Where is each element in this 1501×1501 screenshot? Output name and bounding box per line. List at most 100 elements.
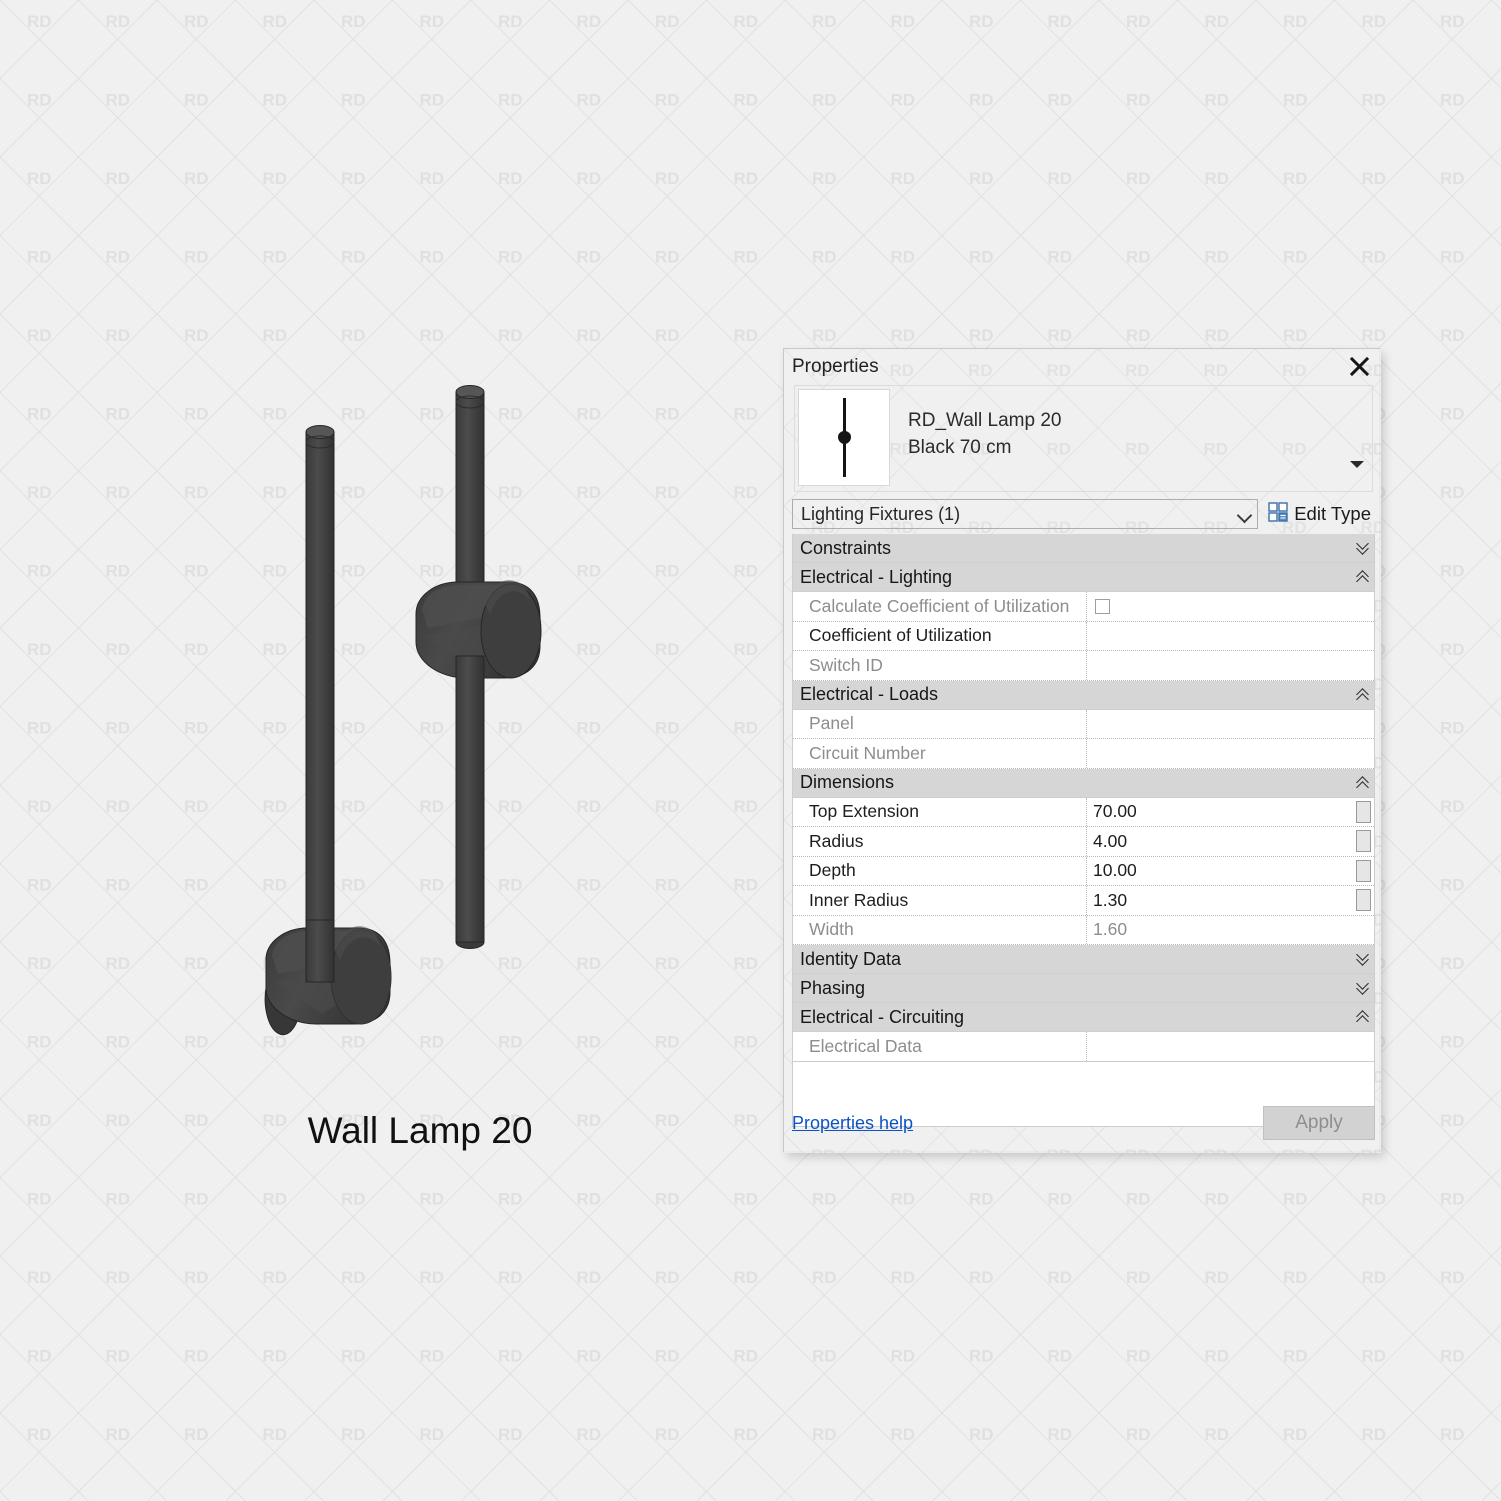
type-name-line2: Black 70 cm [908, 436, 1012, 458]
parameter-label: Inner Radius [793, 886, 1087, 915]
parameter-label: Coefficient of Utilization [793, 621, 1087, 650]
parameter-button-cell [1352, 916, 1374, 945]
parameter-value[interactable] [1087, 739, 1352, 768]
type-name: RD_Wall Lamp 20 Black 70 cm [890, 386, 1372, 461]
parameter-row[interactable]: Electrical Data [793, 1032, 1374, 1061]
parameter-row[interactable]: Width 1.60 [793, 915, 1374, 945]
chevron-double-up-icon[interactable] [1352, 775, 1374, 791]
parameter-button-cell [1352, 827, 1374, 856]
parameter-label: Calculate Coefficient of Utilization [793, 592, 1087, 621]
parameter-group-label: Constraints [800, 537, 892, 558]
parameter-group-header[interactable]: Electrical - Lighting [793, 563, 1374, 592]
parameter-button-cell [1352, 739, 1374, 768]
properties-palette[interactable]: Properties RD_Wall Lamp 20 Black 70 cm L… [783, 348, 1381, 1153]
parameter-associate-button[interactable] [1355, 830, 1371, 853]
parameter-group-header[interactable]: Electrical - Loads [793, 680, 1374, 710]
chevron-double-down-icon[interactable] [1352, 951, 1374, 967]
parameter-button-cell [1352, 857, 1374, 886]
category-row: Lighting Fixtures (1) Edit Type [792, 498, 1375, 530]
chevron-double-down-icon[interactable] [1352, 980, 1374, 996]
category-select[interactable]: Lighting Fixtures (1) [792, 499, 1259, 529]
parameter-associate-button[interactable] [1355, 800, 1371, 823]
parameter-button-cell [1352, 651, 1374, 680]
chevron-double-down-icon[interactable] [1352, 540, 1374, 556]
chevron-down-icon [1238, 510, 1251, 518]
chevron-double-up-icon[interactable] [1352, 569, 1374, 585]
parameter-row[interactable]: Panel [793, 709, 1374, 739]
parameter-group-label: Dimensions [800, 772, 895, 792]
panel-titlebar: Properties [784, 349, 1379, 383]
checkbox-unchecked-icon[interactable] [1095, 598, 1110, 614]
close-icon[interactable] [1345, 353, 1373, 379]
parameter-group-label: Identity Data [800, 948, 902, 969]
parameter-label: Depth [793, 856, 1087, 885]
parameter-group-header[interactable]: Dimensions [793, 768, 1374, 798]
parameter-group-label: Electrical - Loads [800, 684, 939, 704]
apply-button[interactable]: Apply [1263, 1106, 1375, 1140]
parameter-group-label: Phasing [800, 977, 866, 998]
parameter-button-cell [1352, 886, 1374, 915]
parameter-label: Circuit Number [793, 739, 1087, 768]
parameter-row[interactable]: Coefficient of Utilization [793, 621, 1374, 651]
parameter-group-header[interactable]: Electrical - Circuiting [793, 1003, 1374, 1032]
parameter-group-header[interactable]: Phasing [793, 974, 1374, 1003]
parameter-row[interactable]: Depth 10.00 [793, 856, 1374, 886]
parameter-value-text: 10.00 [1093, 860, 1137, 881]
panel-footer: Properties help Apply [792, 1101, 1375, 1145]
type-name-line1: RD_Wall Lamp 20 [908, 410, 1062, 431]
parameter-associate-button[interactable] [1355, 889, 1371, 912]
parameter-button-cell [1352, 622, 1374, 651]
type-header: RD_Wall Lamp 20 Black 70 cm [794, 385, 1373, 492]
wall-lamp-preview-icon [798, 389, 890, 486]
parameter-value-text: 4.00 [1093, 830, 1128, 851]
parameter-label: Radius [793, 827, 1087, 856]
parameter-value[interactable] [1087, 622, 1352, 651]
wall-lamp-illustration [264, 385, 542, 1036]
parameter-group-label: Electrical - Lighting [800, 566, 953, 587]
parameter-row[interactable]: Switch ID [793, 651, 1374, 681]
chevron-double-up-icon[interactable] [1352, 687, 1374, 703]
parameter-button-cell [1352, 1032, 1374, 1061]
preview-knob [837, 431, 851, 444]
parameter-group-header[interactable]: Constraints [793, 534, 1374, 563]
parameter-value[interactable]: 70.00 [1087, 798, 1352, 827]
parameter-value[interactable] [1087, 1032, 1352, 1061]
parameter-group-label: Electrical - Circuiting [800, 1006, 965, 1027]
parameter-label: Top Extension [793, 797, 1087, 826]
parameter-row[interactable]: Top Extension 70.00 [793, 797, 1374, 827]
edit-type-button[interactable]: Edit Type [1258, 501, 1375, 527]
parameter-label: Electrical Data [793, 1032, 1087, 1061]
parameter-label: Switch ID [793, 651, 1087, 680]
parameter-button-cell [1352, 592, 1374, 621]
edit-type-label: Edit Type [1294, 503, 1371, 524]
parameter-value[interactable]: 10.00 [1087, 857, 1352, 886]
parameter-row[interactable]: Radius 4.00 [793, 827, 1374, 857]
illustration-caption: Wall Lamp 20 [307, 1110, 533, 1151]
edit-type-grid-icon [1268, 501, 1288, 527]
parameter-value-text: 1.30 [1093, 889, 1128, 910]
parameter-associate-button[interactable] [1355, 859, 1371, 882]
parameter-value[interactable]: 4.00 [1087, 827, 1352, 856]
parameter-value[interactable] [1087, 651, 1352, 680]
parameter-label: Panel [793, 709, 1087, 738]
parameter-row[interactable]: Inner Radius 1.30 [793, 886, 1374, 916]
lamp-left [264, 425, 392, 1036]
parameter-value[interactable]: 1.60 [1087, 916, 1352, 945]
parameter-value[interactable]: 1.30 [1087, 886, 1352, 915]
parameter-table[interactable]: Constraints Electrical - Lighting Calculat… [792, 534, 1375, 1062]
parameter-value-text: 1.60 [1093, 919, 1128, 940]
parameter-value-text: 70.00 [1093, 801, 1137, 822]
category-select-value: Lighting Fixtures (1) [801, 503, 961, 524]
caret-down-icon[interactable] [1348, 458, 1366, 472]
parameter-button-cell [1352, 798, 1374, 827]
panel-title: Properties [792, 355, 879, 377]
parameter-row[interactable]: Circuit Number [793, 739, 1374, 769]
parameter-row[interactable]: Calculate Coefficient of Utilization [793, 592, 1374, 622]
parameter-value[interactable] [1087, 710, 1352, 739]
parameter-label: Width [793, 915, 1087, 944]
chevron-double-up-icon[interactable] [1352, 1009, 1374, 1025]
lamp-right [415, 385, 542, 949]
properties-help-link[interactable]: Properties help [792, 1113, 1263, 1134]
parameter-group-header[interactable]: Identity Data [793, 945, 1374, 974]
parameter-value[interactable] [1087, 592, 1352, 621]
